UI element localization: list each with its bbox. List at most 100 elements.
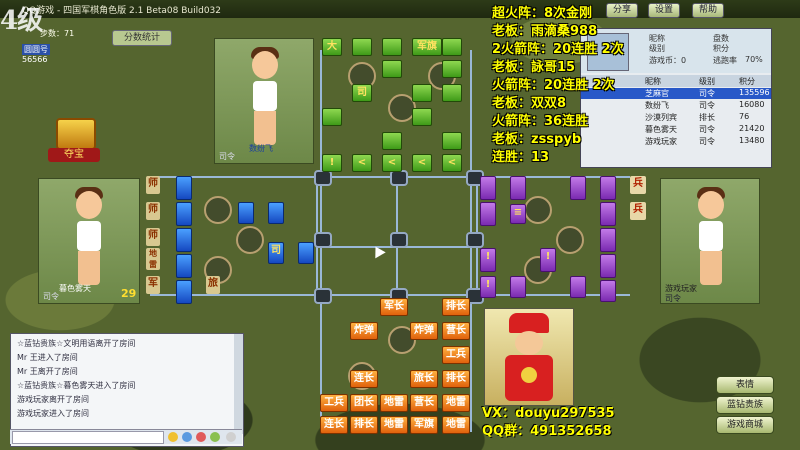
piece-orange[interactable]: 连长 bbox=[320, 416, 348, 434]
piece-orange[interactable]: 排长 bbox=[442, 298, 470, 316]
piece-green[interactable] bbox=[382, 132, 402, 150]
player-card-bottom[interactable] bbox=[484, 308, 574, 406]
piece-orange[interactable]: 军长 bbox=[380, 298, 408, 316]
piece-tan[interactable]: 兵 bbox=[630, 202, 646, 220]
piece-tan[interactable]: 师 bbox=[146, 202, 160, 220]
gift-icon[interactable] bbox=[196, 432, 206, 442]
piece-tan[interactable]: 师 bbox=[146, 228, 160, 246]
piece-blue[interactable]: 司 bbox=[268, 242, 284, 264]
piece-orange[interactable]: 地雷 bbox=[442, 394, 470, 412]
piece-purple[interactable] bbox=[510, 276, 526, 298]
help-button[interactable]: 帮助 bbox=[692, 3, 725, 18]
piece-green[interactable] bbox=[442, 38, 462, 56]
piece-orange[interactable]: 连长 bbox=[350, 370, 378, 388]
camp-ring[interactable] bbox=[236, 226, 264, 254]
share-button[interactable]: 分享 bbox=[606, 3, 639, 18]
piece-orange[interactable]: 工兵 bbox=[320, 394, 348, 412]
piece-blue[interactable] bbox=[176, 228, 192, 252]
piece-tan[interactable]: 兵 bbox=[630, 176, 646, 194]
piece-purple[interactable] bbox=[600, 280, 616, 302]
camp-ring[interactable] bbox=[556, 226, 584, 254]
piece-blue[interactable] bbox=[298, 242, 314, 264]
board-node[interactable] bbox=[314, 232, 332, 248]
piece-green[interactable] bbox=[352, 38, 372, 56]
piece-purple[interactable] bbox=[600, 228, 616, 252]
font-icon[interactable] bbox=[182, 432, 192, 442]
piece-orange[interactable]: 地雷 bbox=[380, 394, 408, 412]
piece-green[interactable]: ! bbox=[322, 154, 342, 172]
piece-green[interactable] bbox=[382, 60, 402, 78]
close-icon[interactable] bbox=[226, 432, 236, 442]
piece-green[interactable] bbox=[442, 84, 462, 102]
piece-purple[interactable] bbox=[480, 202, 496, 226]
chat-input[interactable] bbox=[12, 431, 164, 444]
piece-orange[interactable]: 排长 bbox=[350, 416, 378, 434]
piece-purple[interactable] bbox=[480, 176, 496, 200]
piece-purple[interactable] bbox=[600, 202, 616, 226]
piece-orange[interactable]: 炸弹 bbox=[410, 322, 438, 340]
player-card-left[interactable]: 暮色雾天 司令 29 bbox=[38, 178, 140, 304]
piece-tan[interactable]: 师 bbox=[146, 176, 160, 194]
piece-orange[interactable]: 营长 bbox=[442, 322, 470, 340]
piece-orange[interactable]: 团长 bbox=[350, 394, 378, 412]
piece-tan[interactable]: 军 bbox=[146, 276, 160, 294]
piece-green[interactable]: < bbox=[382, 154, 402, 172]
board-node[interactable] bbox=[314, 170, 332, 186]
piece-purple[interactable] bbox=[570, 176, 586, 200]
piece-green[interactable] bbox=[382, 38, 402, 56]
piece-purple[interactable] bbox=[570, 276, 586, 298]
chat-scrollbar[interactable] bbox=[234, 334, 243, 434]
piece-green[interactable]: 司 bbox=[352, 84, 372, 102]
board-node[interactable] bbox=[466, 232, 484, 248]
piece-green[interactable] bbox=[322, 108, 342, 126]
piece-orange[interactable]: 工兵 bbox=[442, 346, 470, 364]
settings-button[interactable]: 设置 bbox=[648, 3, 681, 18]
piece-purple[interactable]: ! bbox=[540, 248, 556, 272]
smiley-icon[interactable] bbox=[168, 432, 178, 442]
piece-green[interactable] bbox=[442, 60, 462, 78]
treasure-button[interactable]: 夺宝 bbox=[48, 118, 100, 162]
piece-green[interactable]: < bbox=[412, 154, 432, 172]
piece-orange[interactable]: 地雷 bbox=[442, 416, 470, 434]
piece-blue[interactable] bbox=[176, 176, 192, 200]
piece-purple[interactable] bbox=[510, 176, 526, 200]
camp-ring[interactable] bbox=[524, 196, 552, 224]
piece-green[interactable]: < bbox=[442, 154, 462, 172]
piece-purple[interactable]: ! bbox=[480, 276, 496, 298]
piece-green[interactable]: 军旗 bbox=[412, 38, 442, 56]
piece-orange[interactable]: 营长 bbox=[410, 394, 438, 412]
table-row[interactable]: 暮色雾天 司令 21420 bbox=[581, 124, 771, 135]
piece-blue[interactable] bbox=[268, 202, 284, 224]
emote-button[interactable]: 表情 bbox=[716, 376, 774, 394]
board-node[interactable] bbox=[390, 232, 408, 248]
piece-purple[interactable] bbox=[600, 254, 616, 278]
piece-orange[interactable]: 炸弹 bbox=[350, 322, 378, 340]
piece-blue[interactable] bbox=[176, 202, 192, 226]
piece-green[interactable]: < bbox=[352, 154, 372, 172]
piece-green[interactable]: 大 bbox=[322, 38, 342, 56]
piece-green[interactable] bbox=[412, 84, 432, 102]
table-row[interactable]: 游戏玩家 司令 13480 bbox=[581, 136, 771, 147]
piece-purple[interactable]: ! bbox=[480, 248, 496, 272]
piece-tan[interactable]: 旅 bbox=[206, 276, 220, 294]
piece-green[interactable] bbox=[412, 108, 432, 126]
piece-orange[interactable]: 排长 bbox=[442, 370, 470, 388]
piece-orange[interactable]: 军旗 bbox=[410, 416, 438, 434]
piece-purple[interactable]: ≡ bbox=[510, 204, 526, 224]
table-row[interactable]: 数纷飞 司令 16080 bbox=[581, 100, 771, 111]
piece-blue[interactable] bbox=[176, 280, 192, 304]
game-mall-button[interactable]: 游戏商城 bbox=[716, 416, 774, 434]
piece-orange[interactable]: 地雷 bbox=[380, 416, 408, 434]
piece-green[interactable] bbox=[442, 132, 462, 150]
blue-diamond-button[interactable]: 蓝钻贵族 bbox=[716, 396, 774, 414]
table-row[interactable]: 沙漠列宾 排长 76 bbox=[581, 112, 771, 123]
piece-blue[interactable] bbox=[238, 202, 254, 224]
piece-tan[interactable]: 地雷 bbox=[146, 248, 160, 270]
camp-ring[interactable] bbox=[204, 196, 232, 224]
board-node[interactable] bbox=[314, 288, 332, 304]
player-card-right[interactable]: 游戏玩家 司令 bbox=[660, 178, 760, 304]
piece-purple[interactable] bbox=[600, 176, 616, 200]
piece-blue[interactable] bbox=[176, 254, 192, 278]
piece-orange[interactable]: 旅长 bbox=[410, 370, 438, 388]
send-icon[interactable] bbox=[210, 432, 220, 442]
